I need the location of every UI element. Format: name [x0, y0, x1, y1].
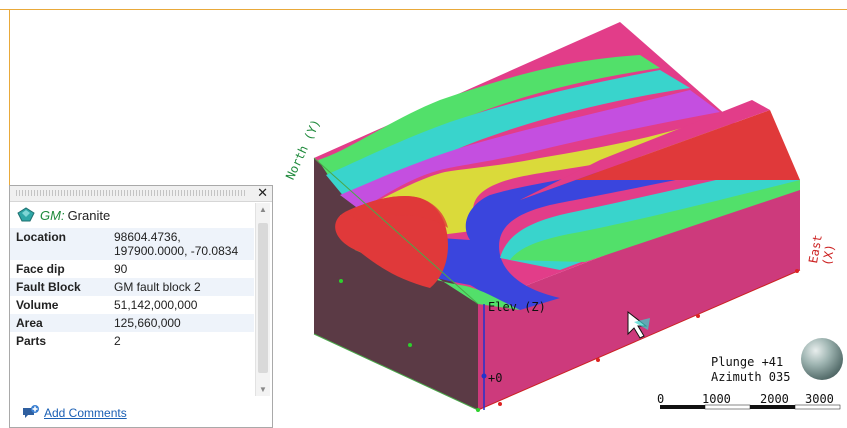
tick-red-2 — [596, 358, 600, 362]
table-row: Face dip 90 — [10, 260, 254, 278]
prop-value: GM fault block 2 — [108, 278, 254, 296]
drag-grip-icon[interactable] — [16, 190, 246, 196]
table-row: Area 125,660,000 — [10, 314, 254, 332]
properties-table: Location 98604.4736, 197900.0000, -70.08… — [10, 228, 254, 350]
prop-key: Parts — [16, 334, 47, 348]
close-icon[interactable]: ✕ — [257, 185, 268, 201]
prop-key: Location — [10, 228, 108, 260]
azimuth-label: Azimuth 035 — [711, 370, 791, 384]
tick-green-2 — [408, 343, 412, 347]
scale-label-1000: 1000 — [702, 392, 731, 406]
panel-scrollbar[interactable]: ▲ ▼ — [255, 203, 270, 396]
scale-label-3000: 3000 — [805, 392, 834, 406]
elev-zero-label: +0 — [488, 371, 503, 385]
prop-key: Volume — [16, 298, 59, 312]
elev-axis-label: Elev (Z) — [488, 300, 546, 314]
comment-add-icon — [23, 405, 39, 418]
prop-key: Fault Block — [10, 278, 108, 296]
scroll-up-icon[interactable]: ▲ — [259, 205, 267, 214]
gem-icon — [17, 207, 35, 222]
panel-titlebar[interactable]: ✕ — [10, 185, 272, 202]
tick-red-4 — [795, 269, 799, 273]
table-row: Fault Block GM fault block 2 — [10, 278, 254, 296]
panel-title-prefix: GM: — [40, 207, 65, 223]
properties-panel: ✕ GM: Granite Location 98604.4736, 19790… — [9, 185, 273, 428]
tick-red-3 — [696, 314, 700, 318]
scroll-thumb[interactable] — [258, 223, 268, 373]
prop-value: 98604.4736, 197900.0000, -70.0834 — [108, 228, 254, 260]
panel-title-name: Granite — [67, 207, 111, 223]
tick-red-1 — [498, 402, 502, 406]
prop-key: Area — [10, 314, 108, 332]
scale-label-2000: 2000 — [760, 392, 789, 406]
scale-label-0: 0 — [657, 392, 665, 406]
tick-green-3 — [476, 408, 480, 412]
prop-value: 90 — [114, 262, 128, 276]
panel-header: GM: Granite — [10, 202, 272, 228]
table-row: Location 98604.4736, 197900.0000, -70.08… — [10, 228, 254, 260]
orientation-readout: Plunge +41 Azimuth 035 — [711, 355, 790, 385]
scroll-down-icon[interactable]: ▼ — [259, 385, 267, 394]
prop-value: 125,660,000 — [108, 314, 254, 332]
prop-value: 51,142,000,000 — [114, 298, 198, 312]
plunge-label: Plunge +41 — [711, 355, 784, 369]
add-comments-label[interactable]: Add Comments — [44, 406, 127, 420]
prop-key: Face dip — [16, 262, 65, 276]
add-comments-link[interactable]: Add Comments — [22, 405, 127, 421]
table-row: Volume 51,142,000,000 — [10, 296, 254, 314]
table-row: Parts 2 — [10, 332, 254, 350]
tick-blue — [481, 373, 487, 379]
prop-value: 2 — [114, 334, 121, 348]
tick-green-1 — [339, 279, 343, 283]
view-sphere-icon[interactable] — [801, 338, 843, 380]
